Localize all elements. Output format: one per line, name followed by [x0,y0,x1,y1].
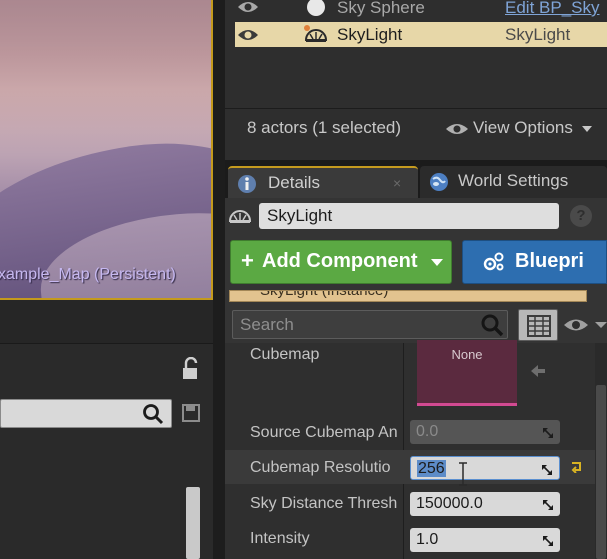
cubemap-asset-thumbnail[interactable]: None [417,340,517,406]
search-icon[interactable] [141,402,165,426]
view-options-button[interactable]: View Options [445,118,592,140]
tab-details[interactable]: Details × [228,166,418,198]
add-component-button[interactable]: + Add Component [230,240,452,284]
blueprint-label: Bluepri [515,250,584,272]
field-value-selected: 256 [417,460,446,477]
actor-name: Sky Sphere [337,0,425,17]
help-icon[interactable]: ? [570,205,592,227]
level-viewport[interactable]: xample_Map (Persistent) [0,0,213,300]
property-label: Source Cubemap An [250,424,398,441]
component-name: SkyLight (Instance) [260,290,389,299]
info-icon [236,174,258,194]
blueprint-button[interactable]: Bluepri [462,240,607,284]
eye-icon[interactable] [563,316,607,334]
cubemap-resolution-field[interactable]: 256 [410,456,560,480]
sky-distance-threshold-field[interactable]: 150000.0 [410,492,560,516]
search-icon[interactable] [479,312,505,338]
actor-count-status: 8 actors (1 selected) [247,118,402,137]
chevron-down-icon [431,259,443,266]
source-cubemap-angle-field[interactable]: 0.0 [410,420,560,444]
eye-icon[interactable] [237,27,259,43]
skylight-icon [228,205,252,225]
cubemap-asset-value: None [451,347,483,362]
actor-name-field[interactable]: SkyLight [259,203,559,229]
drag-icon[interactable] [542,498,554,510]
eye-icon[interactable] [237,0,259,15]
tab-world-settings-label: World Settings [458,171,569,190]
panel-divider[interactable] [213,0,225,559]
actor-type-link[interactable]: Edit BP_Sky [505,0,600,18]
property-label: Cubemap [250,346,320,363]
outliner-row[interactable]: Sky Sphere Edit BP_Sky [235,0,607,19]
property-label: Sky Distance Thresh [250,495,398,512]
eye-icon [445,121,469,137]
sphere-icon [307,0,325,16]
field-value: 150000.0 [416,495,483,512]
globe-icon [428,172,450,192]
field-value: 1.0 [416,531,439,548]
actor-name: SkyLight [337,25,403,44]
chevron-down-icon [581,125,592,132]
plus-icon: + [241,248,254,273]
grid-icon [527,315,551,337]
text-cursor-icon [456,461,470,487]
use-selected-arrow-icon[interactable] [529,362,547,386]
tab-world-settings[interactable]: World Settings [420,166,607,198]
component-tree-item[interactable]: SkyLight (Instance) [229,290,587,302]
intensity-field[interactable]: 1.0 [410,528,560,552]
tab-details-label: Details [268,173,320,192]
scrollbar-thumb[interactable] [186,487,200,559]
property-matrix-button[interactable] [518,309,558,341]
property-label: Intensity [250,530,310,547]
close-icon[interactable]: × [393,175,401,191]
drag-icon[interactable] [542,534,554,546]
field-value: 0.0 [416,423,439,440]
actor-type: SkyLight [505,25,571,44]
skylight-icon [303,24,329,44]
view-options-label: View Options [473,118,573,137]
drag-icon[interactable] [542,426,554,438]
add-component-label: Add Component [262,250,418,272]
property-search-input[interactable]: Search [232,310,508,339]
map-name-label: xample_Map (Persistent) [0,266,176,283]
reset-to-default-icon[interactable] [570,460,584,474]
lock-icon[interactable] [178,356,204,381]
save-icon[interactable] [181,403,201,423]
scrollbar-thumb[interactable] [596,385,606,559]
blueprint-icon [483,252,505,272]
divider [225,108,607,109]
sky-haze [0,0,211,130]
drag-icon[interactable] [541,463,553,475]
outliner-row-selected[interactable]: SkyLight SkyLight [235,22,607,47]
property-label: Cubemap Resolutio [250,459,391,476]
